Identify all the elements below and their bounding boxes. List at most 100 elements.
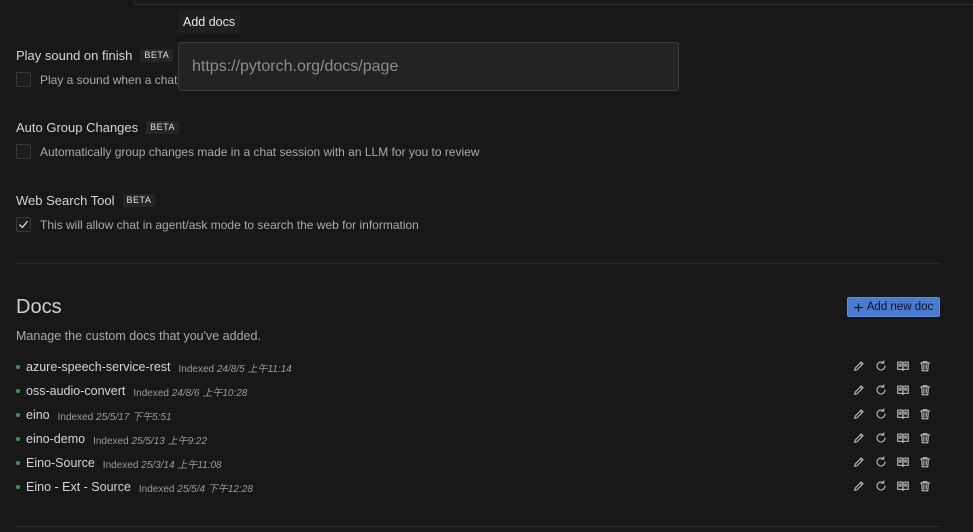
beta-badge: BETA <box>122 193 156 207</box>
trash-button[interactable] <box>917 478 933 494</box>
indexed-label: Indexed <box>57 411 94 423</box>
section-divider-bottom <box>16 526 941 527</box>
auto-group-changes-checkbox[interactable] <box>16 144 31 159</box>
plus-icon <box>854 302 863 312</box>
setting-description: Automatically group changes made in a ch… <box>40 144 480 159</box>
doc-indexed-meta: Indexed 25/5/4 下午12:28 <box>139 480 253 495</box>
trash-icon <box>920 481 930 492</box>
pencil-icon <box>854 385 864 395</box>
status-dot <box>16 365 20 369</box>
book-icon <box>897 361 909 371</box>
setting-title: Web Search Tool <box>16 192 115 208</box>
setting-description: Play a sound when a chat <box>40 72 178 87</box>
trash-icon <box>920 433 930 444</box>
book-button[interactable] <box>895 358 911 374</box>
setting-title: Play sound on finish <box>16 47 133 63</box>
doc-name: Eino - Ext - Source <box>26 480 131 494</box>
indexed-date: 25/5/4 下午12:28 <box>177 483 253 495</box>
pencil-button[interactable] <box>851 358 867 374</box>
trash-button[interactable] <box>917 382 933 398</box>
doc-name: oss-audio-convert <box>26 384 126 398</box>
doc-list-item: azure-speech-service-rest Indexed 24/8/5 … <box>16 355 941 379</box>
doc-actions <box>851 406 933 422</box>
doc-url-input[interactable] <box>178 42 679 91</box>
doc-name: Eino-Source <box>26 456 95 470</box>
setting-auto-group-changes: Auto Group Changes BETA Automatically gr… <box>16 119 480 159</box>
status-dot <box>16 485 20 489</box>
checkmark-icon <box>19 220 28 229</box>
setting-play-sound: Play sound on finish BETA Play a sound w… <box>16 47 177 87</box>
pencil-icon <box>854 409 864 419</box>
doc-indexed-meta: Indexed 25/3/14 上午11:08 <box>103 456 222 471</box>
play-sound-checkbox[interactable] <box>16 72 31 87</box>
pencil-icon <box>854 433 864 443</box>
book-button[interactable] <box>895 454 911 470</box>
book-button[interactable] <box>895 478 911 494</box>
web-search-tool-checkbox[interactable] <box>16 217 31 232</box>
indexed-label: Indexed <box>133 387 169 399</box>
top-border <box>134 4 973 5</box>
trash-button[interactable] <box>917 358 933 374</box>
beta-badge: BETA <box>146 120 179 134</box>
docs-section-title: Docs <box>16 296 62 318</box>
doc-indexed-meta: Indexed 24/8/6 上午10:28 <box>133 384 247 399</box>
pencil-button[interactable] <box>851 382 867 398</box>
trash-icon <box>920 457 930 468</box>
trash-button[interactable] <box>917 406 933 422</box>
refresh-icon <box>876 432 886 443</box>
pencil-icon <box>854 481 864 491</box>
add-new-doc-button[interactable]: Add new doc <box>847 297 940 317</box>
beta-badge: BETA <box>140 48 174 62</box>
section-divider <box>16 263 941 264</box>
refresh-button[interactable] <box>873 382 889 398</box>
book-icon <box>897 457 909 467</box>
indexed-label: Indexed <box>178 363 215 375</box>
status-dot <box>16 437 20 441</box>
pencil-button[interactable] <box>851 406 867 422</box>
book-button[interactable] <box>895 382 911 398</box>
indexed-label: Indexed <box>93 435 129 447</box>
docs-section-description: Manage the custom docs that you've added… <box>16 329 261 343</box>
refresh-button[interactable] <box>873 430 889 446</box>
indexed-label: Indexed <box>138 483 175 495</box>
book-icon <box>897 385 909 395</box>
book-button[interactable] <box>895 406 911 422</box>
indexed-date: 24/8/5 上午11:14 <box>216 363 292 375</box>
add-new-doc-label: Add new doc <box>866 301 934 313</box>
setting-web-search-tool: Web Search Tool BETA This will allow cha… <box>16 192 419 232</box>
doc-list-item: eino-demo Indexed 25/5/13 上午9:22 <box>16 427 941 451</box>
doc-indexed-meta: Indexed 25/5/13 上午9:22 <box>93 432 207 447</box>
pencil-button[interactable] <box>851 430 867 446</box>
doc-actions <box>851 478 933 494</box>
pencil-button[interactable] <box>851 478 867 494</box>
doc-actions <box>851 358 933 374</box>
doc-actions <box>851 382 933 398</box>
status-dot <box>16 413 20 417</box>
doc-name: azure-speech-service-rest <box>26 360 171 374</box>
doc-list-item: Eino-Source Indexed 25/3/14 上午11:08 <box>16 451 941 475</box>
trash-button[interactable] <box>917 430 933 446</box>
doc-actions <box>851 454 933 470</box>
indexed-date: 25/3/14 上午11:08 <box>141 459 222 471</box>
book-icon <box>897 409 909 419</box>
doc-name: eino-demo <box>26 432 86 446</box>
book-icon <box>897 481 909 491</box>
doc-list-item: Eino - Ext - Source Indexed 25/5/4 下午12:2… <box>16 475 941 499</box>
setting-title: Auto Group Changes <box>16 119 139 135</box>
refresh-button[interactable] <box>873 454 889 470</box>
docs-list: azure-speech-service-rest Indexed 24/8/5 … <box>16 355 941 499</box>
refresh-icon <box>876 408 886 419</box>
trash-button[interactable] <box>917 454 933 470</box>
refresh-button[interactable] <box>873 478 889 494</box>
refresh-button[interactable] <box>873 406 889 422</box>
refresh-button[interactable] <box>873 358 889 374</box>
trash-icon <box>920 361 930 372</box>
book-button[interactable] <box>895 430 911 446</box>
doc-list-item: eino Indexed 25/5/17 下午5:51 <box>16 403 941 427</box>
refresh-icon <box>876 456 886 467</box>
refresh-icon <box>876 360 886 371</box>
pencil-button[interactable] <box>851 454 867 470</box>
refresh-icon <box>876 384 886 395</box>
doc-actions <box>851 430 933 446</box>
pencil-icon <box>854 361 864 371</box>
